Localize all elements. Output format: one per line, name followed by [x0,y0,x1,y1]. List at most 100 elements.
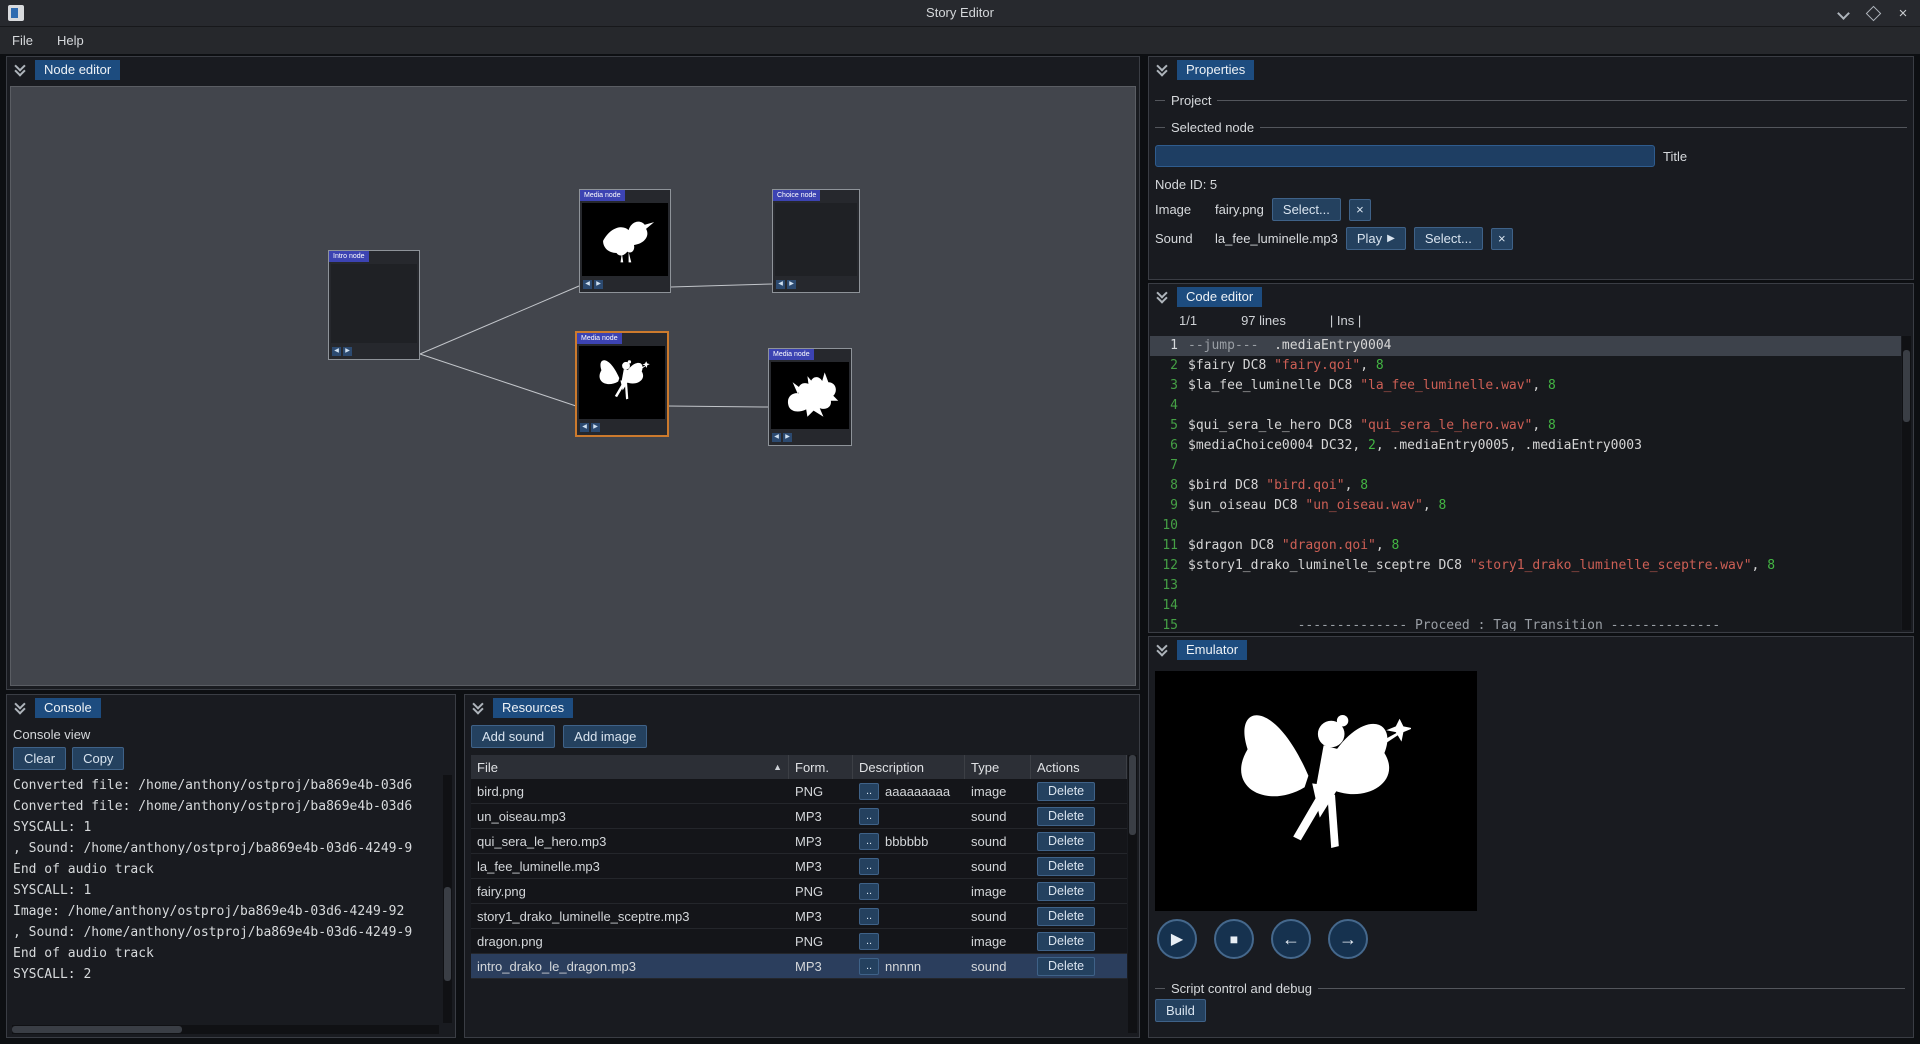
table-row[interactable]: intro_drako_le_dragon.mp3MP3..nnnnnsound… [471,954,1127,979]
node-prev-icon[interactable]: ◀ [583,280,592,289]
scrollbar-thumb[interactable] [1129,755,1136,835]
node-prev-icon[interactable]: ◀ [580,423,589,432]
code-line[interactable]: 11$dragon DC8 "dragon.qoi", 8 [1150,536,1901,556]
table-row[interactable]: qui_sera_le_hero.mp3MP3..bbbbbbsoundDele… [471,829,1127,854]
code-line[interactable]: 9$un_oiseau DC8 "un_oiseau.wav", 8 [1150,496,1901,516]
code-line[interactable]: 14 [1150,596,1901,616]
table-row[interactable]: dragon.pngPNG..imageDelete [471,929,1127,954]
graph-node-choice[interactable]: Choice node◀▶ [772,189,860,293]
delete-button[interactable]: Delete [1037,882,1095,901]
console-horizontal-scrollbar[interactable] [12,1025,439,1034]
node-graph-canvas[interactable]: Intro node◀▶ Media node◀▶ Choice node◀▶ Med… [10,86,1136,686]
node-prev-icon[interactable]: ◀ [772,433,781,442]
build-button[interactable]: Build [1155,999,1206,1022]
node-next-icon[interactable]: ▶ [591,423,600,432]
table-row[interactable]: fairy.pngPNG..imageDelete [471,879,1127,904]
edit-description-button[interactable]: .. [859,783,879,800]
image-select-button[interactable]: Select... [1272,198,1341,221]
delete-button[interactable]: Delete [1037,932,1095,951]
add-image-button[interactable]: Add image [563,725,647,748]
node-next-icon[interactable]: ▶ [783,433,792,442]
resources-vertical-scrollbar[interactable] [1128,755,1137,1033]
column-header-file[interactable]: File ▲ [471,755,789,779]
node-next-icon[interactable]: ▶ [787,280,796,289]
node-editor-panel: Node editor Intro node◀▶Media node◀▶Choi… [6,56,1140,690]
code-line[interactable]: 5$qui_sera_le_hero DC8 "qui_sera_le_hero… [1150,416,1901,436]
column-header-actions[interactable]: Actions [1031,755,1127,779]
code-line[interactable]: 13 [1150,576,1901,596]
play-button[interactable]: ▶ [1157,919,1197,959]
close-icon[interactable]: × [1890,2,1916,24]
code-line[interactable]: 1--jump--- .mediaEntry0004 [1150,336,1901,356]
sound-play-button[interactable]: Play▶ [1346,227,1406,250]
scrollbar-thumb[interactable] [1903,350,1910,422]
scrollbar-thumb[interactable] [444,887,451,981]
scrollbar-thumb[interactable] [12,1026,182,1033]
column-header-format[interactable]: Form. [789,755,853,779]
edit-description-button[interactable]: .. [859,958,879,975]
table-row[interactable]: la_fee_luminelle.mp3MP3..soundDelete [471,854,1127,879]
collapse-icon[interactable] [1153,288,1171,306]
column-header-type[interactable]: Type [965,755,1031,779]
code-line[interactable]: 8$bird DC8 "bird.qoi", 8 [1150,476,1901,496]
code-line[interactable]: 6$mediaChoice0004 DC32, 2, .mediaEntry00… [1150,436,1901,456]
collapse-icon[interactable] [11,61,29,79]
delete-button[interactable]: Delete [1037,832,1095,851]
node-prev-icon[interactable]: ◀ [332,347,341,356]
code-text-area[interactable]: 1--jump--- .mediaEntry00042$fairy DC8 "f… [1150,336,1901,631]
image-file-value: fairy.png [1215,202,1264,217]
code-line[interactable]: 7 [1150,456,1901,476]
actions-cell: Delete [1031,779,1127,803]
code-line[interactable]: 4 [1150,396,1901,416]
console-vertical-scrollbar[interactable] [443,775,452,1023]
node-next-icon[interactable]: ▶ [594,280,603,289]
code-line[interactable]: 3$la_fee_luminelle DC8 "la_fee_luminelle… [1150,376,1901,396]
edit-description-button[interactable]: .. [859,833,879,850]
edit-description-button[interactable]: .. [859,858,879,875]
edit-description-button[interactable]: .. [859,933,879,950]
image-clear-button[interactable]: × [1349,199,1371,221]
edit-description-button[interactable]: .. [859,883,879,900]
code-vertical-scrollbar[interactable] [1902,336,1911,630]
step-back-button[interactable]: ← [1271,919,1311,959]
add-sound-button[interactable]: Add sound [471,725,555,748]
code-line[interactable]: 12$story1_drako_luminelle_sceptre DC8 "s… [1150,556,1901,576]
minimize-icon[interactable] [1830,2,1856,24]
graph-node-bird[interactable]: Media node◀▶ [579,189,671,293]
edit-description-button[interactable]: .. [859,808,879,825]
sound-select-button[interactable]: Select... [1414,227,1483,250]
node-next-icon[interactable]: ▶ [343,347,352,356]
stop-button[interactable]: ■ [1214,919,1254,959]
table-row[interactable]: bird.pngPNG..aaaaaaaaaimageDelete [471,779,1127,804]
step-forward-button[interactable]: → [1328,919,1368,959]
code-line[interactable]: 10 [1150,516,1901,536]
console-clear-button[interactable]: Clear [13,747,66,770]
graph-node-fairy[interactable]: Media node◀▶ [576,332,668,436]
code-line[interactable]: 2$fairy DC8 "fairy.qoi", 8 [1150,356,1901,376]
delete-button[interactable]: Delete [1037,957,1095,976]
maximize-icon[interactable] [1860,2,1886,24]
collapse-icon[interactable] [1153,641,1171,659]
delete-button[interactable]: Delete [1037,807,1095,826]
code-line[interactable]: 15 -------------- Proceed : Tag Transiti… [1150,616,1901,631]
graph-node-dragon[interactable]: Media node◀▶ [768,348,852,446]
delete-button[interactable]: Delete [1037,782,1095,801]
delete-button[interactable]: Delete [1037,857,1095,876]
table-row[interactable]: un_oiseau.mp3MP3..soundDelete [471,804,1127,829]
collapse-icon[interactable] [1153,61,1171,79]
graph-node-intro[interactable]: Intro node◀▶ [328,250,420,360]
collapse-icon[interactable] [11,699,29,717]
console-copy-button[interactable]: Copy [72,747,124,770]
edit-description-button[interactable]: .. [859,908,879,925]
node-prev-icon[interactable]: ◀ [776,280,785,289]
table-row[interactable]: story1_drako_luminelle_sceptre.mp3MP3..s… [471,904,1127,929]
collapse-icon[interactable] [469,699,487,717]
sound-clear-button[interactable]: × [1491,228,1513,250]
menu-file[interactable]: File [0,27,45,54]
title-input[interactable] [1155,145,1655,167]
console-log[interactable]: Converted file: /home/anthony/ostproj/ba… [13,775,439,1023]
delete-button[interactable]: Delete [1037,907,1095,926]
line-number: 14 [1150,596,1178,616]
column-header-description[interactable]: Description [853,755,965,779]
menu-help[interactable]: Help [45,27,96,54]
